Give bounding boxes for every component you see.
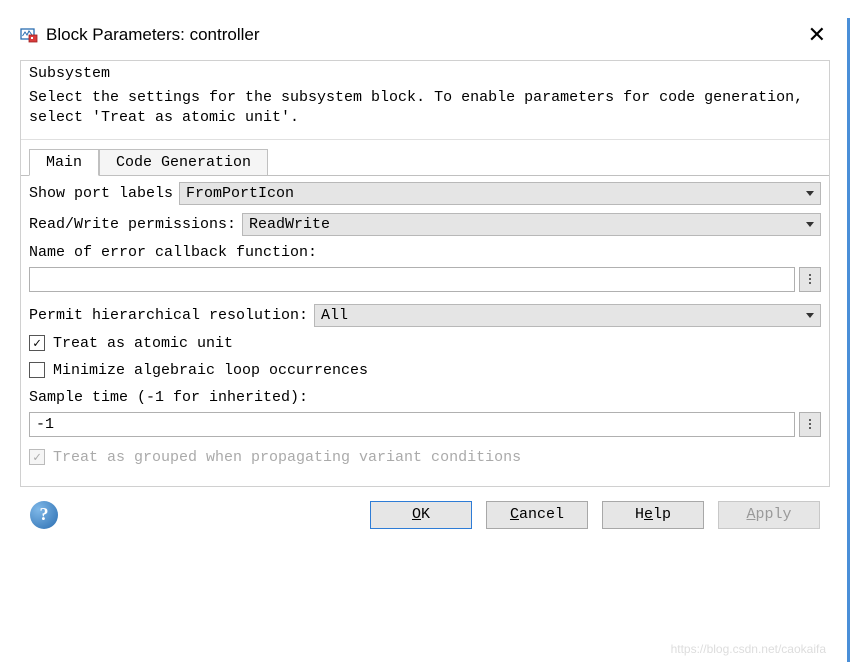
rw-permissions-row: Read/Write permissions: ReadWrite xyxy=(29,213,821,236)
permit-hierarchical-label: Permit hierarchical resolution: xyxy=(29,307,308,324)
minimize-loop-label: Minimize algebraic loop occurrences xyxy=(53,362,368,379)
window-title: Block Parameters: controller xyxy=(46,25,260,45)
form-body: Show port labels FromPortIcon Read/Write… xyxy=(21,176,829,486)
rw-permissions-value: ReadWrite xyxy=(249,216,330,233)
close-button[interactable]: ✕ xyxy=(804,22,830,48)
rw-permissions-select[interactable]: ReadWrite xyxy=(242,213,821,236)
treat-grouped-checkbox: ✓ xyxy=(29,449,45,465)
help-icon[interactable]: ? xyxy=(30,501,58,529)
permit-hierarchical-row: Permit hierarchical resolution: All xyxy=(29,304,821,327)
treat-grouped-label: Treat as grouped when propagating varian… xyxy=(53,449,521,466)
chevron-down-icon xyxy=(806,313,814,318)
permit-hierarchical-select[interactable]: All xyxy=(314,304,821,327)
dialog-content: Subsystem Select the settings for the su… xyxy=(20,60,830,487)
sample-time-input[interactable] xyxy=(29,412,795,437)
show-port-labels-select[interactable]: FromPortIcon xyxy=(179,182,821,205)
rw-permissions-label: Read/Write permissions: xyxy=(29,216,236,233)
treat-atomic-checkbox[interactable]: ✓ xyxy=(29,335,45,351)
permit-hierarchical-value: All xyxy=(321,307,348,324)
watermark: https://blog.csdn.net/caokaifa xyxy=(671,642,826,656)
title-bar-left: Block Parameters: controller xyxy=(20,25,260,45)
treat-atomic-label: Treat as atomic unit xyxy=(53,335,233,352)
tab-main[interactable]: Main xyxy=(29,149,99,176)
show-port-labels-label: Show port labels xyxy=(29,185,173,202)
tab-strip: Main Code Generation xyxy=(21,148,829,176)
error-callback-row xyxy=(29,267,821,292)
show-port-labels-row: Show port labels FromPortIcon xyxy=(29,182,821,205)
sample-time-label: Sample time (-1 for inherited): xyxy=(29,389,821,406)
show-port-labels-value: FromPortIcon xyxy=(186,185,294,202)
cancel-button[interactable]: Cancel xyxy=(486,501,588,529)
sample-time-more-button[interactable] xyxy=(799,412,821,437)
error-callback-input[interactable] xyxy=(29,267,795,292)
ok-button[interactable]: OK xyxy=(370,501,472,529)
tab-code-generation[interactable]: Code Generation xyxy=(99,149,268,176)
button-bar: ? OK Cancel Help Apply xyxy=(20,487,830,543)
error-callback-more-button[interactable] xyxy=(799,267,821,292)
title-bar: Block Parameters: controller ✕ xyxy=(20,18,830,60)
minimize-loop-row: Minimize algebraic loop occurrences xyxy=(29,362,821,379)
simulink-block-icon xyxy=(20,26,38,44)
sample-time-row xyxy=(29,412,821,437)
section-description: Select the settings for the subsystem bl… xyxy=(21,84,829,140)
apply-button: Apply xyxy=(718,501,820,529)
section-header: Subsystem xyxy=(21,60,829,84)
chevron-down-icon xyxy=(806,191,814,196)
error-callback-label: Name of error callback function: xyxy=(29,244,821,261)
minimize-loop-checkbox[interactable] xyxy=(29,362,45,378)
treat-grouped-row: ✓ Treat as grouped when propagating vari… xyxy=(29,449,821,466)
help-button[interactable]: Help xyxy=(602,501,704,529)
chevron-down-icon xyxy=(806,222,814,227)
treat-atomic-row: ✓ Treat as atomic unit xyxy=(29,335,821,352)
